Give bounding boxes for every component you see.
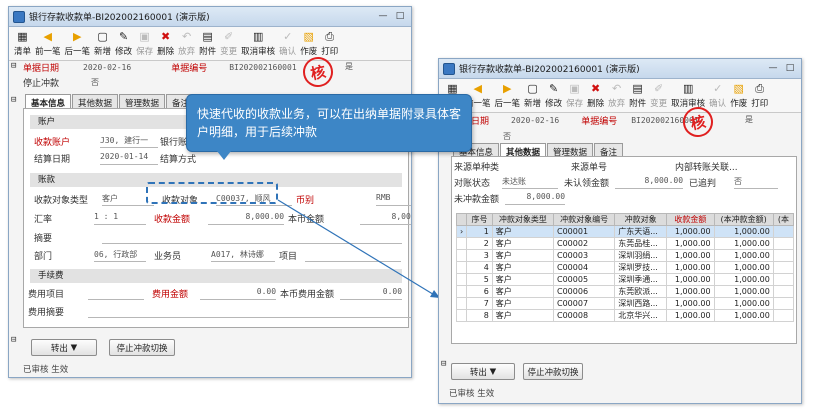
collapse-bottom-icon[interactable]: ⊟ bbox=[441, 359, 446, 369]
print-button[interactable]: ⎙ 打印 bbox=[749, 81, 770, 109]
table-row[interactable]: 8 客户 C00008 北京华兴... 1,000.00 1,000.00 bbox=[455, 309, 795, 322]
printer-icon: ⎙ bbox=[755, 82, 765, 95]
table-row[interactable]: 5 客户 C00005 深圳季通... 1,000.00 1,000.00 bbox=[455, 273, 795, 286]
discard-icon: ↶ bbox=[612, 82, 622, 95]
row-source: 来源单种类 来源单号 内部转账关联... bbox=[454, 163, 738, 173]
table-row[interactable]: › 1 客户 C00001 广东天语... 1,000.00 1,000.00 bbox=[455, 225, 795, 238]
dropdown-arrow-icon: ▼ bbox=[489, 366, 497, 377]
table-header-row: 序号 冲款对象类型 冲款对象编号 冲款对象 收款金额 (本冲款金额) (本 bbox=[455, 213, 795, 226]
delete-icon: ✖ bbox=[590, 82, 601, 95]
discard-button[interactable]: ↶ 放弃 bbox=[606, 81, 627, 109]
maximize-icon[interactable]: □ bbox=[783, 63, 797, 75]
new-doc-icon: ▢ bbox=[527, 82, 538, 95]
col-amount[interactable]: 收款金额 bbox=[666, 213, 715, 226]
col-seq[interactable]: 序号 bbox=[466, 213, 493, 226]
right-status: 已审核 生效 bbox=[449, 389, 495, 399]
table-row[interactable]: 4 客户 C00004 深圳罗技... 1,000.00 1,000.00 bbox=[455, 261, 795, 274]
row-offset-status: 对账状态 未达账 未认领金额 8,000.00 已追判 否 bbox=[454, 176, 779, 189]
col-obj[interactable]: 冲款对象 bbox=[614, 213, 668, 226]
col-obj-type[interactable]: 冲款对象类型 bbox=[491, 213, 555, 226]
change-button[interactable]: ✐ 变更 bbox=[648, 81, 669, 109]
next-button[interactable]: ▶ 后一笔 bbox=[493, 81, 523, 109]
tooltip-tail bbox=[217, 151, 231, 160]
right-other-panel: 来源单种类 来源单号 内部转账关联... 对账状态 未达账 未认领金额 8,00… bbox=[451, 156, 797, 344]
row-unclaimed: 未冲款金额 8,000.00 bbox=[454, 192, 566, 205]
void-icon: ▧ bbox=[733, 82, 744, 95]
unaudit-icon: ▥ bbox=[682, 82, 694, 95]
transfer-button[interactable]: 转出 ▼ bbox=[451, 363, 515, 380]
offset-detail-table: 序号 冲款对象类型 冲款对象编号 冲款对象 收款金额 (本冲款金额) (本 › 1… bbox=[455, 213, 795, 322]
change-icon: ✐ bbox=[654, 82, 664, 95]
tooltip-text: 快速代收的收款业务，可以在出纳单据附录具体客户明细，用于后续冲款 bbox=[197, 107, 462, 139]
table-row[interactable]: 6 客户 C00006 东莞欧派... 1,000.00 1,000.00 bbox=[455, 285, 795, 298]
arrow-left-icon: ◀ bbox=[473, 82, 482, 95]
attachment-icon: ▤ bbox=[632, 82, 643, 95]
confirm-icon: ✓ bbox=[713, 82, 723, 95]
stop-offset-button[interactable]: 停止冲款切换 bbox=[523, 363, 583, 380]
delete-button[interactable]: ✖ 删除 bbox=[585, 81, 606, 109]
save-button[interactable]: ▣ 保存 bbox=[564, 81, 585, 109]
edit-button[interactable]: ✎ 修改 bbox=[543, 81, 564, 109]
right-window-title: 银行存款收款单-BI202002160001 (演示版) bbox=[459, 65, 640, 75]
edit-icon: ✎ bbox=[548, 82, 559, 95]
table-row[interactable]: 7 客户 C00007 深圳西路... 1,000.00 1,000.00 bbox=[455, 297, 795, 310]
right-header-row-1: 单据日期 2020-02-16 单据编号 BI202002160001 bbox=[453, 116, 699, 127]
table-row[interactable]: 3 客户 C00003 深圳羽绢... 1,000.00 1,000.00 bbox=[455, 249, 795, 262]
void-button[interactable]: ▧ 作废 bbox=[728, 81, 749, 109]
col-extra[interactable]: (本 bbox=[772, 213, 795, 226]
right-header-yes: 是 bbox=[745, 115, 753, 124]
right-toolbar: ▦清单 ◀前一笔 ▶后一笔 ▢新增 ✎修改 ▣保存 ✖删除 ↶放弃 ▤附件 ✐变… bbox=[439, 79, 801, 113]
minimize-icon[interactable]: — bbox=[766, 63, 780, 75]
arrow-right-icon: ▶ bbox=[503, 82, 512, 95]
col-local-amount[interactable]: (本冲款金额) bbox=[713, 213, 774, 226]
right-voucher-window: 银行存款收款单-BI202002160001 (演示版) — □ ▦清单 ◀前一… bbox=[438, 58, 802, 404]
feature-tooltip: 快速代收的收款业务，可以在出纳单据附录具体客户明细，用于后续冲款 bbox=[186, 94, 472, 160]
col-obj-code[interactable]: 冲款对象编号 bbox=[552, 213, 616, 226]
confirm-button[interactable]: ✓ 确认 bbox=[707, 81, 728, 109]
new-button[interactable]: ▢ 新增 bbox=[522, 81, 543, 109]
right-title-bar: 银行存款收款单-BI202002160001 (演示版) — □ bbox=[439, 59, 801, 79]
unaudit-button[interactable]: ▥ 取消审核 bbox=[669, 81, 707, 109]
table-row[interactable]: 2 客户 C00002 东莞品桂... 1,000.00 1,000.00 bbox=[455, 237, 795, 250]
app-icon bbox=[443, 62, 455, 75]
attach-button[interactable]: ▤ 附件 bbox=[627, 81, 648, 109]
save-icon: ▣ bbox=[569, 82, 580, 95]
